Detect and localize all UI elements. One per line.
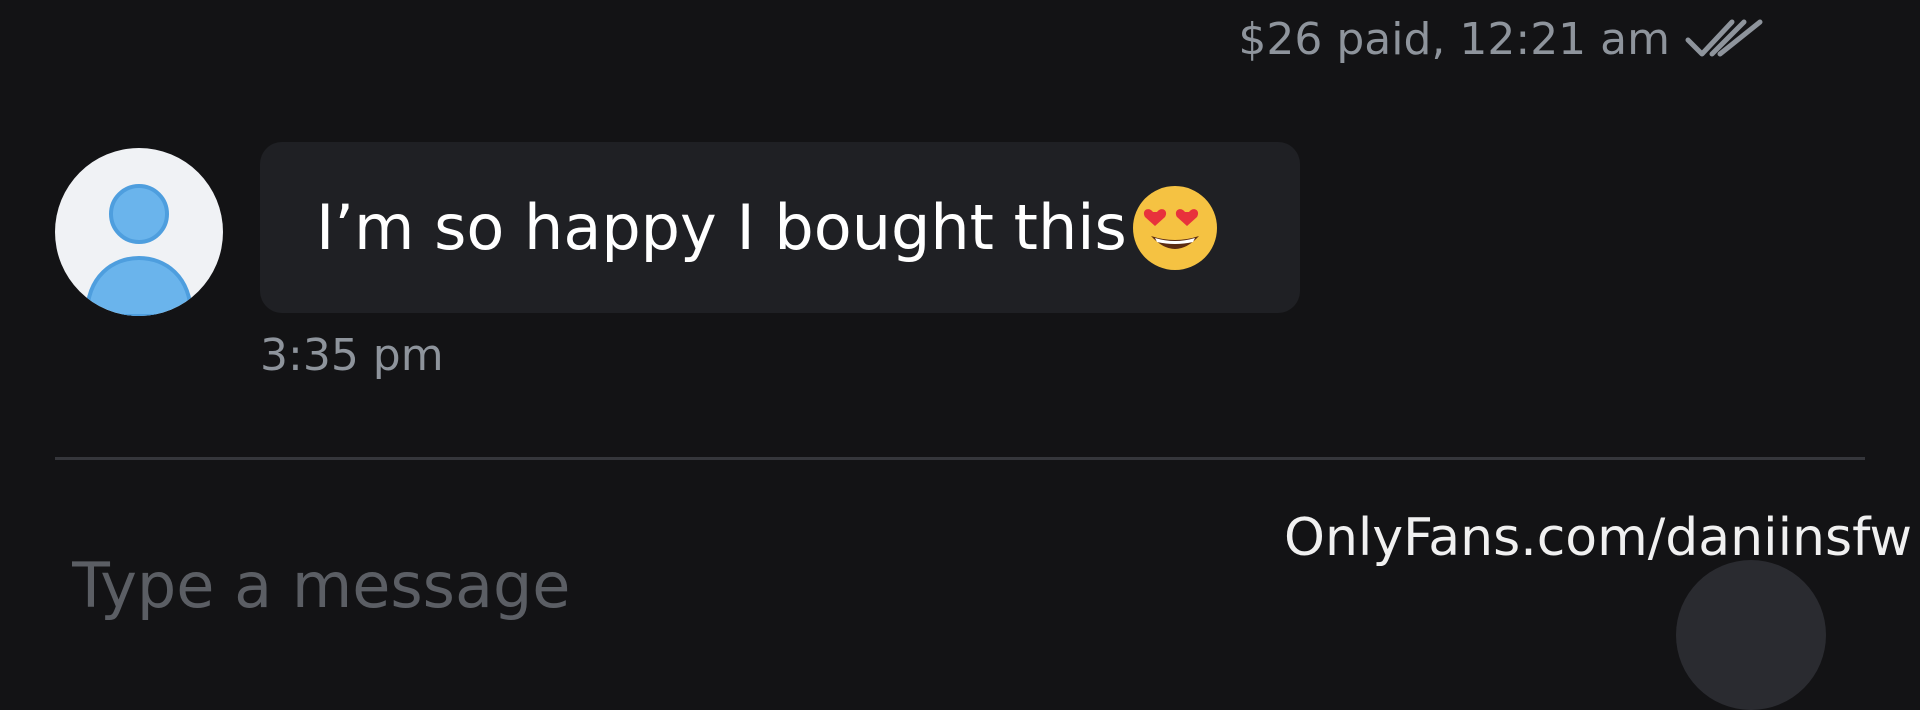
- avatar[interactable]: [55, 148, 223, 316]
- message-input[interactable]: [72, 545, 1272, 625]
- message-bubble[interactable]: I’m so happy I bought this: [260, 142, 1300, 313]
- composer-divider: [55, 457, 1865, 460]
- heart-eyes-emoji-icon: [1129, 182, 1221, 274]
- default-user-icon: [84, 184, 194, 316]
- payment-status-text: $26 paid, 12:21 am: [1238, 13, 1670, 65]
- double-check-icon: [1684, 14, 1770, 64]
- message-text: I’m so happy I bought this: [316, 191, 1127, 264]
- sent-message-meta: $26 paid, 12:21 am: [1238, 8, 1770, 70]
- message-timestamp: 3:35 pm: [260, 330, 444, 381]
- watermark-text: OnlyFans.com/daniinsfw: [1284, 508, 1912, 568]
